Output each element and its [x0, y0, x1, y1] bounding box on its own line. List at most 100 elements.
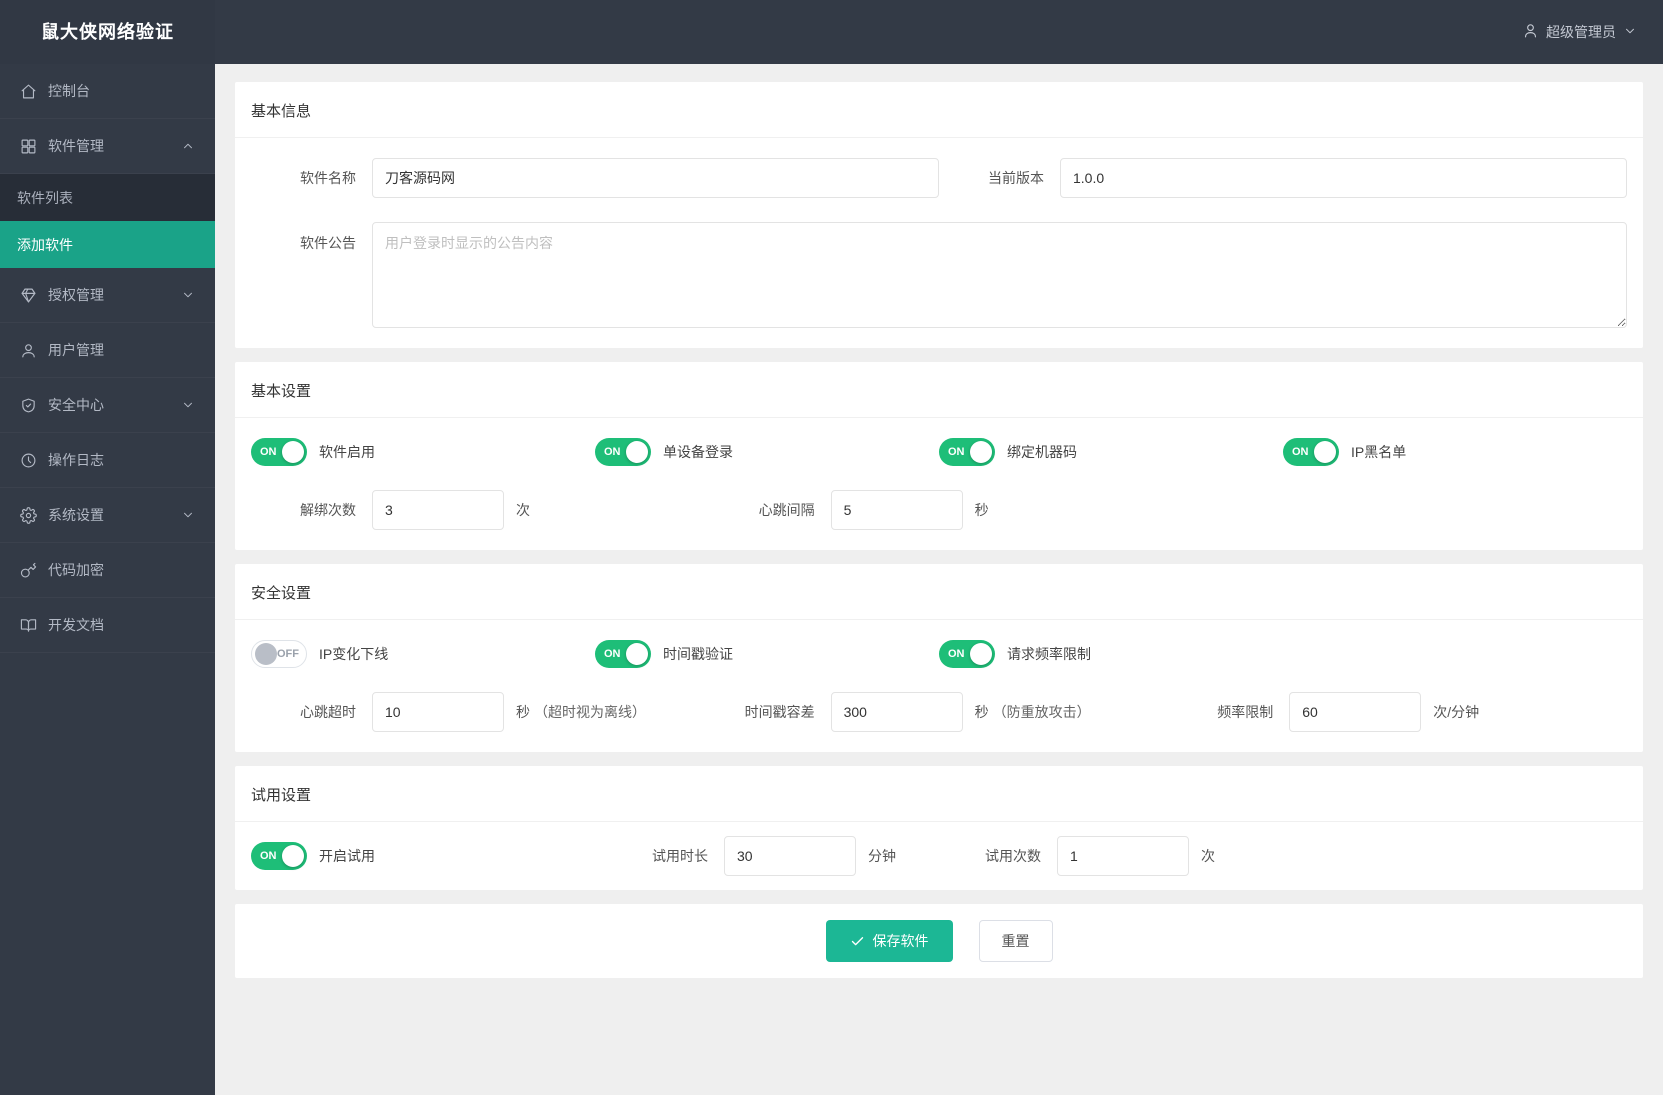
trial-duration-unit: 分钟: [868, 848, 896, 864]
toggle-label: 软件启用: [319, 444, 375, 460]
chevron-down-icon: [181, 398, 195, 412]
toggle-knob: [970, 441, 992, 463]
sidebar-item-label: 操作日志: [48, 452, 104, 468]
sidebar-item-system-settings[interactable]: 系统设置: [0, 488, 215, 543]
toggle-knob: [1314, 441, 1336, 463]
actions-card: 保存软件 重置: [235, 904, 1643, 978]
home-icon: [20, 83, 37, 100]
toggle-label: IP变化下线: [319, 646, 389, 662]
sidebar-item-software-mgmt[interactable]: 软件管理: [0, 119, 215, 174]
section-title-trial-settings: 试用设置: [235, 766, 1643, 822]
chevron-down-icon: [181, 508, 195, 522]
basic-info-card: 基本信息 软件名称 当前版本 软件公告: [235, 82, 1643, 348]
ip-blacklist-toggle[interactable]: ON: [1283, 438, 1339, 466]
sidebar-item-dashboard[interactable]: 控制台: [0, 64, 215, 119]
sidebar-item-label: 软件管理: [48, 138, 104, 154]
user-name: 超级管理员: [1546, 24, 1616, 40]
toggle-label: IP黑名单: [1351, 444, 1407, 460]
sidebar-item-operation-log[interactable]: 操作日志: [0, 433, 215, 488]
trial-duration-label: 试用时长: [652, 848, 708, 864]
gear-icon: [20, 506, 37, 524]
clock-icon: [20, 452, 37, 469]
basic-settings-card: 基本设置 ON 软件启用 ON 单设备登录 ON 绑定机器码 ON IP黑名单 …: [235, 362, 1643, 550]
software-mgmt-submenu: 软件列表 添加软件: [0, 174, 215, 268]
heartbeat-timeout-hint: （超时视为离线）: [534, 704, 646, 720]
bind-machine-code-toggle[interactable]: ON: [939, 438, 995, 466]
toggle-state: ON: [260, 446, 277, 458]
reset-button[interactable]: 重置: [978, 920, 1053, 962]
sidebar-item-label: 授权管理: [48, 287, 104, 303]
heartbeat-timeout-unit: 秒: [516, 704, 530, 720]
sidebar-item-label: 系统设置: [48, 507, 104, 523]
sidebar-subitem-software-list[interactable]: 软件列表: [0, 174, 215, 221]
trial-settings-card: 试用设置 ON 开启试用 试用时长 分钟 试用次数: [235, 766, 1643, 890]
sidebar-item-dev-docs[interactable]: 开发文档: [0, 598, 215, 653]
heartbeat-timeout-input[interactable]: [372, 692, 504, 732]
toggle-label: 开启试用: [319, 848, 375, 864]
sidebar-item-label: 用户管理: [48, 342, 104, 358]
shield-icon: [20, 397, 37, 414]
heartbeat-timeout-label: 心跳超时: [300, 704, 356, 720]
toggle-knob: [970, 643, 992, 665]
toggle-knob: [626, 441, 648, 463]
save-software-button[interactable]: 保存软件: [825, 920, 953, 962]
announcement-textarea[interactable]: [372, 222, 1627, 328]
sidebar-item-license-mgmt[interactable]: 授权管理: [0, 268, 215, 323]
timestamp-verify-toggle[interactable]: ON: [595, 640, 651, 668]
trial-enable-toggle[interactable]: ON: [251, 842, 307, 870]
single-device-toggle[interactable]: ON: [595, 438, 651, 466]
current-version-label: 当前版本: [988, 170, 1044, 186]
unbind-count-unit: 次: [516, 502, 530, 518]
user-icon: [1522, 22, 1539, 42]
ip-change-offline-toggle[interactable]: OFF: [251, 640, 307, 668]
section-title-security-settings: 安全设置: [235, 564, 1643, 620]
rate-limit-label: 频率限制: [1217, 704, 1274, 720]
sidebar: 控制台 软件管理 软件列表 添加软件 授权管理 用户管理 安全中心 操作日志 系…: [0, 64, 215, 1095]
diamond-icon: [20, 287, 37, 304]
toggle-state: ON: [948, 446, 965, 458]
trial-duration-input[interactable]: [724, 836, 856, 876]
sidebar-item-label: 安全中心: [48, 397, 104, 413]
key-icon: [20, 562, 37, 579]
security-settings-card: 安全设置 OFF IP变化下线 ON 时间戳验证 ON 请求频率限制 心跳超时 …: [235, 564, 1643, 752]
rate-limit-toggle[interactable]: ON: [939, 640, 995, 668]
toggle-label: 时间戳验证: [663, 646, 733, 662]
toggle-label: 绑定机器码: [1007, 444, 1077, 460]
toggle-knob: [255, 643, 277, 665]
toggle-label: 单设备登录: [663, 444, 733, 460]
sidebar-item-label: 开发文档: [48, 617, 104, 633]
chevron-up-icon: [181, 139, 195, 153]
current-version-input[interactable]: [1060, 158, 1627, 198]
timestamp-tolerance-input[interactable]: [830, 692, 963, 732]
check-icon: [850, 934, 865, 949]
sub-item-label: 添加软件: [17, 236, 73, 253]
sidebar-item-label: 代码加密: [48, 562, 104, 578]
rate-limit-input[interactable]: [1289, 692, 1422, 732]
sidebar-item-label: 控制台: [48, 83, 90, 99]
save-button-label: 保存软件: [872, 933, 929, 949]
heartbeat-interval-input[interactable]: [830, 490, 963, 530]
section-title-basic-info: 基本信息: [235, 82, 1643, 138]
timestamp-tolerance-label: 时间戳容差: [744, 704, 815, 720]
toggle-knob: [282, 441, 304, 463]
software-enable-toggle[interactable]: ON: [251, 438, 307, 466]
sidebar-subitem-add-software[interactable]: 添加软件: [0, 221, 215, 268]
toggle-knob: [282, 845, 304, 867]
main-content: 基本信息 软件名称 当前版本 软件公告 基本设置: [215, 64, 1663, 1095]
software-name-label: 软件名称: [300, 170, 356, 186]
user-menu[interactable]: 超级管理员: [1522, 0, 1637, 64]
toggle-label: 请求频率限制: [1007, 646, 1091, 662]
toggle-knob: [626, 643, 648, 665]
rate-limit-unit: 次/分钟: [1433, 704, 1480, 720]
chevron-down-icon: [1623, 24, 1637, 41]
sidebar-item-security-center[interactable]: 安全中心: [0, 378, 215, 433]
timestamp-tolerance-unit: 秒: [974, 704, 989, 720]
sidebar-item-user-mgmt[interactable]: 用户管理: [0, 323, 215, 378]
sub-item-label: 软件列表: [17, 189, 73, 206]
unbind-count-input[interactable]: [372, 490, 504, 530]
sidebar-item-code-encrypt[interactable]: 代码加密: [0, 543, 215, 598]
software-name-input[interactable]: [372, 158, 939, 198]
section-title-basic-settings: 基本设置: [235, 362, 1643, 418]
toggle-state: ON: [604, 446, 621, 458]
trial-count-input[interactable]: [1057, 836, 1189, 876]
